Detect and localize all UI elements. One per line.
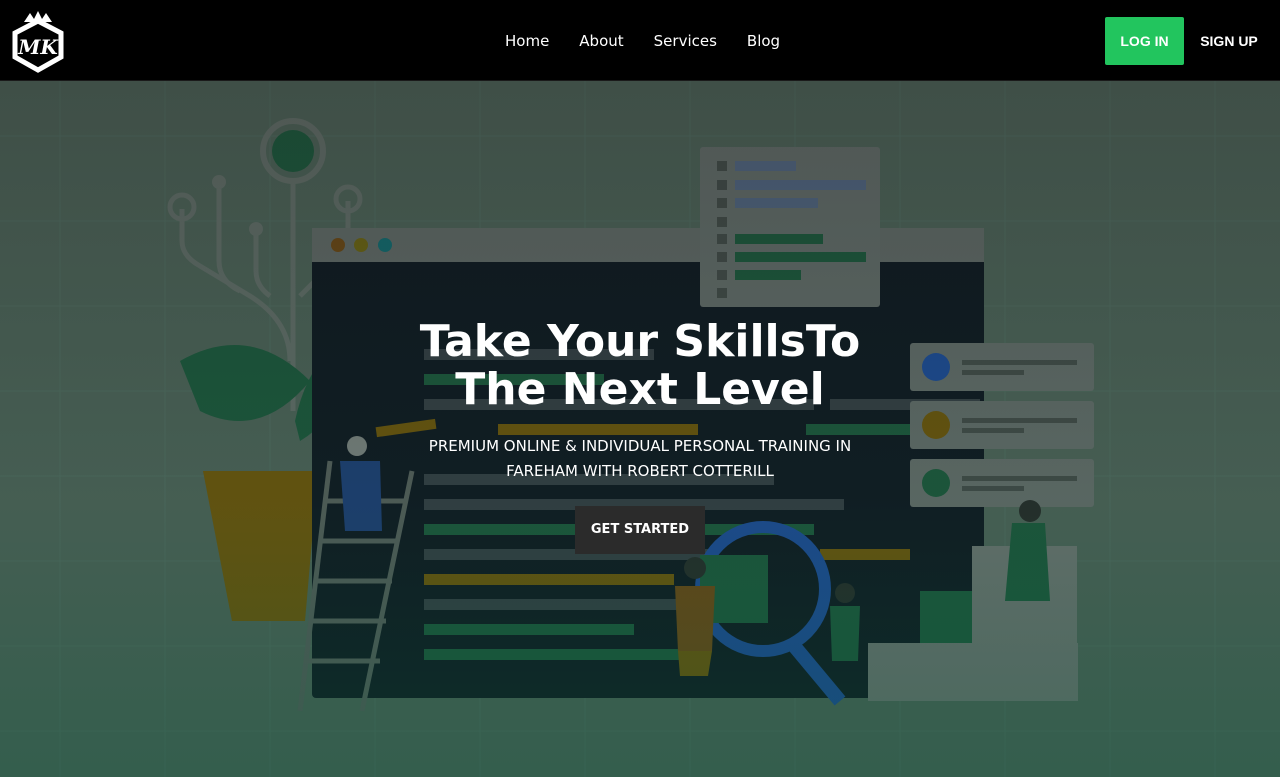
hero-title: Take Your SkillsTo The Next Level — [340, 318, 940, 414]
hero-subtitle: PREMIUM ONLINE & INDIVIDUAL PERSONAL TRA… — [428, 437, 852, 480]
nav-link-home[interactable]: Home — [505, 32, 549, 50]
brand-logo-icon[interactable]: MK — [10, 9, 66, 73]
main-nav: Home About Services Blog — [490, 0, 795, 81]
hero-section: Take Your SkillsTo The Next Level PREMIU… — [0, 81, 1280, 777]
signup-button[interactable]: SIGN UP — [1195, 17, 1263, 65]
hero-title-line1: Take Your SkillsTo — [419, 316, 861, 367]
nav-link-about[interactable]: About — [579, 32, 623, 50]
nav-link-blog[interactable]: Blog — [747, 32, 780, 50]
svg-text:MK: MK — [17, 35, 59, 59]
login-button[interactable]: LOG IN — [1105, 17, 1184, 65]
nav-link-services[interactable]: Services — [654, 32, 717, 50]
hero-title-line2: The Next Level — [455, 364, 825, 415]
get-started-button[interactable]: GET STARTED — [574, 506, 706, 554]
hero-content: Take Your SkillsTo The Next Level PREMIU… — [340, 318, 940, 554]
navbar: MK Home About Services Blog LOG IN SIGN … — [0, 0, 1280, 81]
